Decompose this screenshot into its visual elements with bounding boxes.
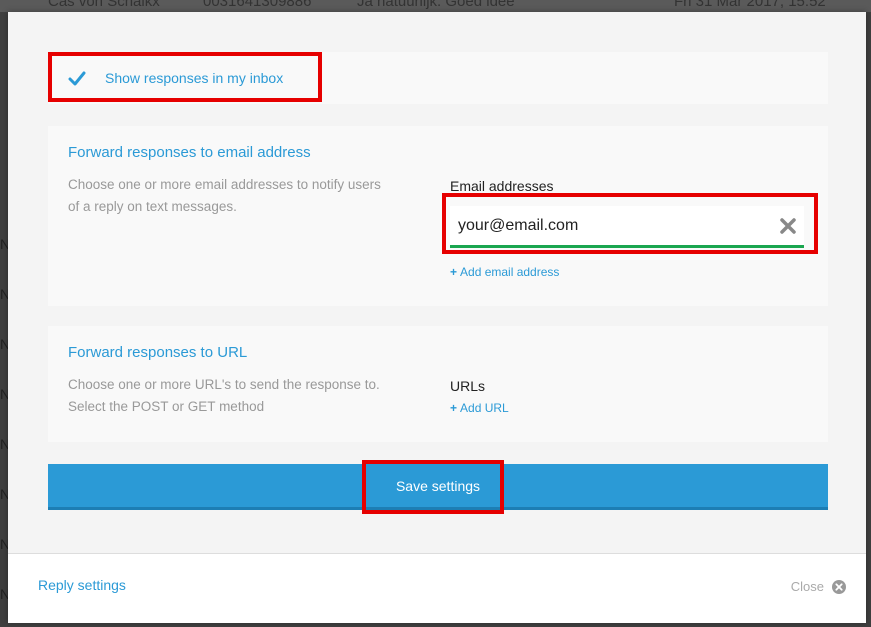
add-email-address-link[interactable]: + Add email address (450, 265, 559, 279)
bg-side-mark: N (0, 536, 11, 552)
email-address-input[interactable] (458, 215, 758, 237)
bg-message: Ja natuurlijk. Goed idee (357, 0, 515, 10)
add-url-label: Add URL (460, 401, 509, 415)
bg-contact-phone: 0031641309886 (203, 0, 312, 10)
inbox-panel: Show responses in my inbox (48, 52, 828, 104)
email-section-description: Choose one or more email addresses to no… (68, 177, 381, 192)
url-section-description: Choose one or more URL's to send the res… (68, 377, 380, 392)
bg-side-mark: N (0, 336, 11, 352)
close-button[interactable]: Close (791, 579, 846, 594)
email-input-container (450, 206, 804, 248)
reply-settings-modal: Show responses in my inbox Forward respo… (8, 12, 866, 623)
bg-side-mark: N (0, 436, 11, 452)
checkmark-icon[interactable] (68, 70, 86, 88)
url-section-title: Forward responses to URL (68, 344, 248, 361)
add-email-address-label: Add email address (460, 265, 560, 279)
email-section-description: of a reply on text messages. (68, 199, 237, 214)
bg-date: Fri 31 Mar 2017, 15:52 (674, 0, 826, 10)
bg-side-mark: N (0, 236, 11, 252)
footer-title: Reply settings (38, 577, 126, 593)
email-addresses-label: Email addresses (450, 178, 554, 194)
bg-side-mark: N (0, 386, 11, 402)
close-circle-icon (832, 579, 846, 594)
plus-icon: + (450, 265, 458, 279)
clear-icon[interactable] (780, 218, 796, 234)
show-in-inbox-label[interactable]: Show responses in my inbox (105, 70, 283, 86)
plus-icon: + (450, 401, 458, 415)
url-section-description: Select the POST or GET method (68, 399, 265, 414)
close-label: Close (790, 579, 824, 594)
bg-side-mark: N (0, 286, 11, 302)
email-forward-panel: Forward responses to email address Choos… (48, 126, 828, 306)
email-section-title: Forward responses to email address (68, 144, 311, 161)
modal-footer: Reply settings Close (8, 553, 866, 623)
url-forward-panel: Forward responses to URL Choose one or m… (48, 326, 828, 442)
add-url-link[interactable]: + Add URL (450, 401, 509, 415)
save-settings-button[interactable]: Save settings (48, 464, 828, 510)
urls-label: URLs (450, 378, 486, 394)
bg-contact-name: Cas von Schalkx (48, 0, 160, 10)
background-table-row: Cas von Schalkx 0031641309886 Ja natuurl… (0, 0, 871, 12)
bg-side-mark: N (0, 586, 11, 602)
bg-side-mark: N (0, 486, 11, 502)
